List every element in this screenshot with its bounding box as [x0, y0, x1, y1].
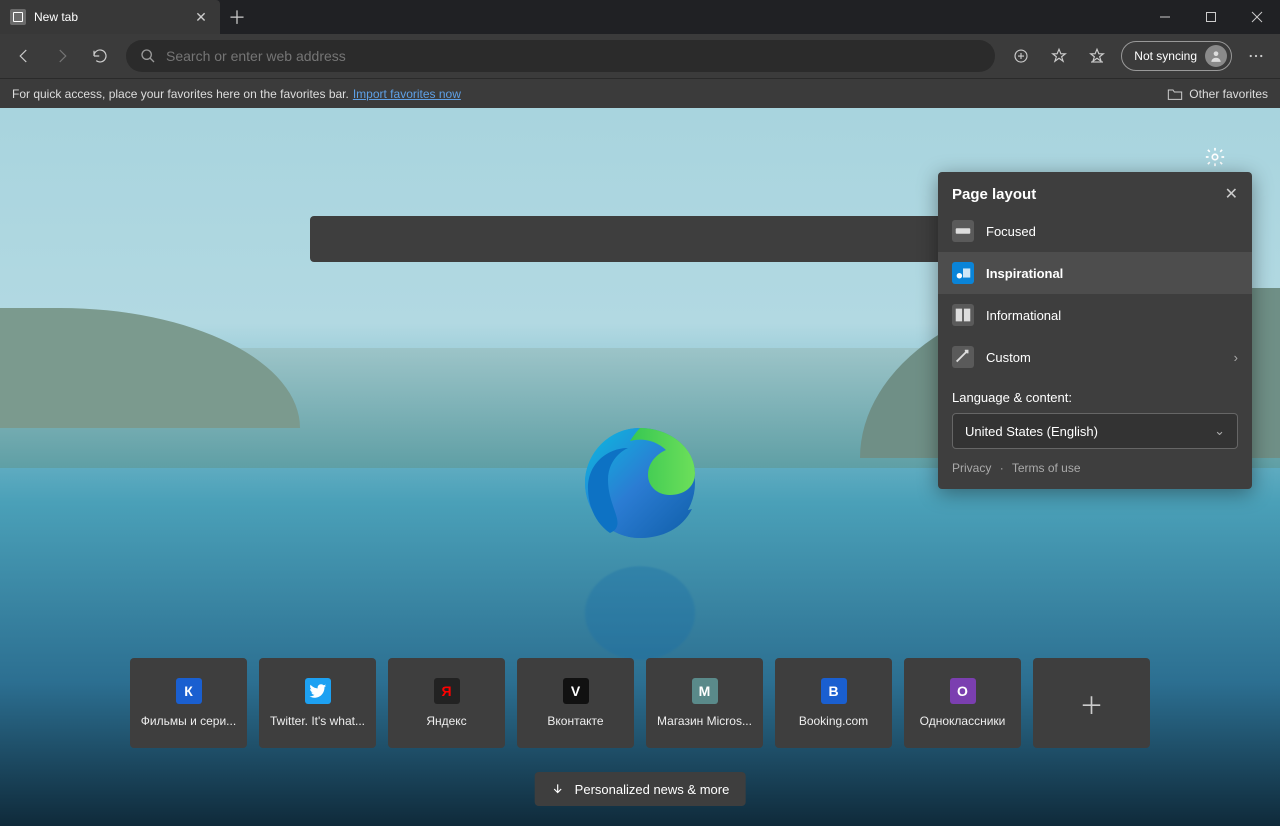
tile-label: Фильмы и сери...: [136, 714, 241, 728]
quick-link-tile[interactable]: M Магазин Micros...: [646, 658, 763, 748]
other-favorites-label: Other favorites: [1189, 87, 1268, 101]
window-titlebar: New tab ✕ ＋: [0, 0, 1280, 34]
quick-link-tile[interactable]: Twitter. It's what...: [259, 658, 376, 748]
back-button[interactable]: [6, 38, 42, 74]
layout-option-focused[interactable]: Focused: [938, 210, 1252, 252]
maximize-button[interactable]: [1188, 0, 1234, 34]
add-quick-link-button[interactable]: ＋: [1033, 658, 1150, 748]
page-settings-button[interactable]: [1198, 140, 1232, 174]
close-window-button[interactable]: [1234, 0, 1280, 34]
tile-icon: Я: [434, 678, 460, 704]
profile-sync-button[interactable]: Not syncing: [1121, 41, 1232, 71]
tile-label: Одноклассники: [910, 714, 1015, 728]
tile-label: Яндекс: [394, 714, 499, 728]
plus-icon: ＋: [1079, 690, 1105, 716]
tile-icon: B: [821, 678, 847, 704]
menu-button[interactable]: [1238, 38, 1274, 74]
shopping-icon[interactable]: [1003, 38, 1039, 74]
address-bar[interactable]: [126, 40, 995, 72]
layout-option-inspirational[interactable]: Inspirational: [938, 252, 1252, 294]
personalized-news-button[interactable]: Personalized news & more: [535, 772, 746, 806]
ntp-search-box[interactable]: [310, 216, 970, 262]
quick-link-tile[interactable]: B Booking.com: [775, 658, 892, 748]
address-input[interactable]: [166, 48, 981, 64]
news-button-label: Personalized news & more: [575, 782, 730, 797]
chevron-right-icon: ›: [1234, 350, 1238, 365]
close-tab-button[interactable]: ✕: [192, 8, 210, 26]
tile-icon: К: [176, 678, 202, 704]
layout-option-label: Inspirational: [986, 266, 1063, 281]
edge-logo-reflection: [580, 562, 700, 664]
favorites-hint: For quick access, place your favorites h…: [12, 87, 349, 101]
layout-option-label: Custom: [986, 350, 1031, 365]
folder-icon: [1167, 87, 1183, 101]
other-favorites-button[interactable]: Other favorites: [1167, 87, 1268, 101]
import-favorites-link[interactable]: Import favorites now: [353, 87, 461, 101]
terms-link[interactable]: Terms of use: [1012, 461, 1081, 475]
layout-option-label: Informational: [986, 308, 1061, 323]
favorites-bar: For quick access, place your favorites h…: [0, 78, 1280, 108]
browser-tab[interactable]: New tab ✕: [0, 0, 220, 34]
page-layout-panel: Page layout ✕ Focused Inspirational Inform…: [938, 172, 1252, 489]
layout-option-informational[interactable]: Informational: [938, 294, 1252, 336]
layout-option-icon: [952, 220, 974, 242]
tile-label: Вконтакте: [523, 714, 628, 728]
avatar-icon: [1205, 45, 1227, 67]
tile-icon: O: [950, 678, 976, 704]
language-value: United States (English): [965, 424, 1098, 439]
minimize-button[interactable]: [1142, 0, 1188, 34]
panel-title: Page layout: [952, 186, 1036, 203]
tile-icon: M: [692, 678, 718, 704]
layout-option-label: Focused: [986, 224, 1036, 239]
edge-logo-icon: [580, 423, 700, 543]
quick-link-tile[interactable]: Я Яндекс: [388, 658, 505, 748]
layout-option-icon: [952, 346, 974, 368]
favorite-star-button[interactable]: [1041, 38, 1077, 74]
tile-label: Twitter. It's what...: [265, 714, 370, 728]
tab-title: New tab: [34, 10, 184, 24]
new-tab-page: Page layout ✕ Focused Inspirational Inform…: [0, 108, 1280, 826]
background-hill: [0, 308, 300, 428]
forward-button[interactable]: [44, 38, 80, 74]
tile-icon: V: [563, 678, 589, 704]
quick-link-tile[interactable]: V Вконтакте: [517, 658, 634, 748]
language-select[interactable]: United States (English) ⌄: [952, 413, 1238, 449]
tile-icon: [305, 678, 331, 704]
panel-close-button[interactable]: ✕: [1225, 184, 1238, 204]
tab-favicon-icon: [10, 9, 26, 25]
favorites-hub-button[interactable]: [1079, 38, 1115, 74]
layout-option-icon: [952, 262, 974, 284]
chevron-down-icon: ⌄: [1214, 423, 1225, 439]
tile-label: Магазин Micros...: [652, 714, 757, 728]
tile-label: Booking.com: [781, 714, 886, 728]
browser-toolbar: Not syncing: [0, 34, 1280, 78]
quick-links-row: К Фильмы и сери... Twitter. It's what... ЯЯ…: [130, 658, 1150, 748]
quick-link-tile[interactable]: O Одноклассники: [904, 658, 1021, 748]
sync-label: Not syncing: [1134, 49, 1197, 63]
window-controls: [1142, 0, 1280, 34]
layout-option-icon: [952, 304, 974, 326]
arrow-down-icon: [551, 782, 565, 796]
privacy-link[interactable]: Privacy: [952, 461, 991, 475]
refresh-button[interactable]: [82, 38, 118, 74]
search-icon: [140, 48, 156, 64]
language-heading: Language & content:: [938, 378, 1252, 405]
layout-option-custom[interactable]: Custom ›: [938, 336, 1252, 378]
new-tab-button[interactable]: ＋: [220, 0, 254, 34]
quick-link-tile[interactable]: К Фильмы и сери...: [130, 658, 247, 748]
